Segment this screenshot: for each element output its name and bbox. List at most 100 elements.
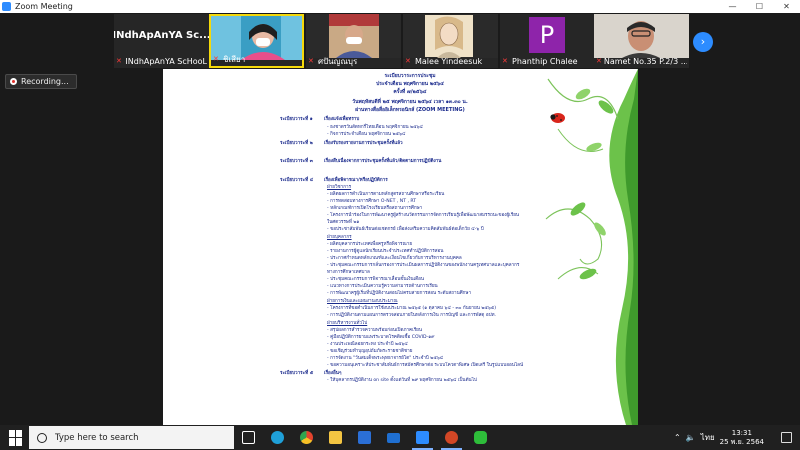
agenda-item: - โครงการนำร่องในการพัฒนาครูผู้สร้างนวัต… <box>327 213 520 218</box>
window-title: Zoom Meeting <box>15 2 73 11</box>
participant-name: Namet No.35 P.2/3 ... <box>603 57 687 66</box>
vine-border-decoration <box>545 69 638 425</box>
agenda-item: - ให้บุคลากรปฏิบัติงาน on site ตั้งแต่วั… <box>327 378 477 383</box>
line-app-icon[interactable] <box>466 425 495 450</box>
agenda-item: - ผลิตบุคลากรประเทศเพื่อครูหรือพิจารณาย <box>327 242 413 247</box>
edge-icon[interactable] <box>263 425 292 450</box>
doc-header-line: ประจำเดือน พฤศจิกายน ๒๕๖๔ <box>376 81 444 87</box>
agenda-item: - การปฏิบัติงานตามแผนการตรวจสอบภายในหลัง… <box>327 313 496 318</box>
doc-header-line: ผ่านทางสื่อสื่ออิเล็กทรอนิกส์ (ZOOM MEET… <box>355 107 465 113</box>
gallery-next-page-button[interactable]: › <box>693 32 713 52</box>
agenda-title: เรื่องรับรองรายงานการประชุมครั้งที่แล้ว <box>324 141 403 146</box>
muted-mic-icon: ✕ <box>213 55 219 63</box>
mail-icon[interactable] <box>379 425 408 450</box>
participant-name: ชิเสียา <box>223 55 246 64</box>
agenda-heading: ระเบียบวาระที่ ๕ <box>280 371 314 376</box>
participant-name: Malee Yindeesuk <box>415 57 483 66</box>
doc-header-line: วันพฤหัสบดีที่ ๒๕ พฤศจิกายน ๒๕๖๔ เวลา ๑๓… <box>352 99 468 105</box>
participant-video <box>306 14 401 58</box>
agenda-item: - สรุปผลการสำรวจความพร้อมก่อนเปิดภาคเรีย… <box>327 328 423 333</box>
participant-name-display: INdhApAnYA Sc... <box>114 29 209 41</box>
agenda-item: - หลักเกณฑ์การเปิดโรงเรียนหรือสถานการศึก… <box>327 206 423 211</box>
zoom-logo-icon <box>2 2 11 11</box>
speaker-icon[interactable]: 🔈 <box>686 433 696 442</box>
agenda-subsection: ฝ่ายการเงินและแผนงานงบประมาณ <box>327 299 398 304</box>
zoom-app-icon[interactable] <box>408 425 437 450</box>
participant-gallery: INdhApAnYA Sc... ✕ INdhApAnYA ScHooL ✕ ชิเ… <box>0 13 800 69</box>
muted-mic-icon: ✕ <box>116 57 122 65</box>
muted-mic-icon: ✕ <box>405 57 411 65</box>
agenda-item: - ขอเชิญร่วมทำบุญอุปถัมภ์พระรายชาติชาย <box>327 349 413 354</box>
agenda-item: ทางการศึกษาเทศบาล <box>327 270 370 275</box>
recording-icon <box>10 78 17 85</box>
agenda-subsection: ฝ่ายวิชาการ <box>327 185 352 190</box>
participant-label: ✕ INdhApAnYA ScHooL <box>116 56 207 67</box>
maximize-button[interactable]: ☐ <box>746 0 773 13</box>
agenda-heading: ระเบียบวาระที่ ๑ <box>280 117 313 122</box>
recording-label: Recording... <box>21 77 69 86</box>
agenda-item: - การพัฒนาครูผู้เริ่มที่ปฏิบัติงานสอนไม่… <box>327 291 472 296</box>
task-view-icon[interactable] <box>234 425 263 450</box>
agenda-item: - กิจการประจำเดือน พฤศจิกายน ๒๕๖๔ <box>327 132 406 137</box>
participant-label: ✕ Malee Yindeesuk <box>405 56 496 67</box>
notification-center-icon[interactable] <box>781 432 792 443</box>
agenda-item: ในศตวรรษที่ ๒๑ <box>327 220 360 225</box>
participant-tile[interactable]: ✕ Malee Yindeesuk <box>403 14 498 68</box>
agenda-subsection: ฝ่ายบุคลากร <box>327 235 352 240</box>
agenda-item: - ธงชาตรวันสัตหกรี่ไทยเดือน พฤศจิกายน ๒๕… <box>327 125 424 130</box>
agenda-item: - ประชุมคณะกรรมการกลั่นกรองการประเมินผลก… <box>327 263 520 268</box>
file-explorer-icon[interactable] <box>321 425 350 450</box>
participant-name: INdhApAnYA ScHooL <box>125 57 207 66</box>
muted-mic-icon: ✕ <box>502 57 508 65</box>
agenda-heading: ระเบียบวาระที่ ๓ <box>280 159 313 164</box>
language-indicator[interactable]: ไทย <box>701 431 715 444</box>
participant-avatar: P <box>529 17 565 53</box>
agenda-title: เรื่องเพื่อพิจารณา/หรือปฏิบัติการ <box>324 178 388 183</box>
close-button[interactable]: ✕ <box>773 0 800 13</box>
window-titlebar: Zoom Meeting — ☐ ✕ <box>0 0 800 13</box>
agenda-item: - ขอความอนุเคราะห์ประชาสัมพันธ์การสมัครศ… <box>327 363 524 368</box>
agenda-item: - การจัดงาน "วันสมเด็จพระพุทธาจารย์โต" ป… <box>327 356 444 361</box>
participant-video <box>594 14 689 58</box>
participant-label: ✕ Namet No.35 P.2/3 ... <box>596 56 687 67</box>
agenda-item: - งานประเพณีลอยกระทง ประจำปี ๒๕๖๔ <box>327 342 408 347</box>
ladybug-icon <box>550 113 565 123</box>
agenda-item: - ประกาศกำหนดหลักเกณฑ์และเงื่อนไขเกี่ยวก… <box>327 256 462 261</box>
minimize-button[interactable]: — <box>719 0 746 13</box>
participant-tile[interactable]: P ✕ Phanthip Chalee <box>500 14 595 68</box>
agenda-heading: ระเบียบวาระที่ ๔ <box>280 178 314 183</box>
agenda-item: - คู่มือปฏิบัติการยามแพร่ระบาดโรคติดเชื้… <box>327 335 435 340</box>
show-hidden-icons-icon[interactable]: ⌃ <box>674 433 681 442</box>
participant-tile[interactable]: ✕ ศปันญณบุร <box>306 14 401 68</box>
participant-label: ✕ Phanthip Chalee <box>502 56 593 67</box>
clock[interactable]: 13:31 25 พ.ย. 2564 <box>720 429 764 447</box>
agenda-title: เรื่องแจ้งเพื่อทราบ <box>324 117 360 122</box>
store-icon[interactable] <box>350 425 379 450</box>
agenda-item: - การทดสอบทางการศึกษา O-NET , NT , RT <box>327 199 417 204</box>
taskbar: ⌃ 🔈 ไทย 13:31 25 พ.ย. 2564 <box>0 425 800 450</box>
clock-date: 25 พ.ย. 2564 <box>719 437 764 446</box>
participant-tile[interactable]: INdhApAnYA Sc... ✕ INdhApAnYA ScHooL <box>114 14 209 68</box>
search-input[interactable] <box>55 432 225 443</box>
agenda-item: - ประชุมคณะกรรมการพิจารณาเลื่อนขั้นเงินเ… <box>327 277 425 282</box>
recording-indicator[interactable]: Recording... <box>5 74 77 89</box>
start-button[interactable] <box>9 429 25 446</box>
taskbar-search[interactable] <box>29 426 234 449</box>
participant-tile[interactable]: ✕ Namet No.35 P.2/3 ... <box>594 14 689 68</box>
agenda-title: เรื่องอื่นๆ <box>324 371 342 376</box>
participant-tile-active-speaker[interactable]: ✕ ชิเสียา <box>209 14 304 68</box>
window-controls: — ☐ ✕ <box>719 0 800 13</box>
muted-mic-icon: ✕ <box>308 57 314 65</box>
muted-mic-icon: ✕ <box>596 57 602 65</box>
agenda-title: เรื่องสืบเนื่องจากการประชุมครั้งที่แล้ว/… <box>324 159 442 164</box>
powerpoint-icon[interactable] <box>437 425 466 450</box>
doc-header-line: ครั้งที่ ๗/๒๕๖๔ <box>393 89 427 95</box>
participant-label: ✕ ชิเสียา <box>213 54 300 65</box>
agenda-item: - โครงการที่ขอดำเนินการใช้งบประมาณ ๒๕๖๕ … <box>327 306 497 311</box>
agenda-subsection: ฝ่ายบริหารงานทั่วไป <box>327 321 368 326</box>
system-tray: ⌃ 🔈 ไทย 13:31 25 พ.ย. 2564 <box>674 425 764 450</box>
participant-label: ✕ ศปันญณบุร <box>308 56 399 67</box>
participant-profile-picture <box>403 14 498 58</box>
chrome-icon[interactable] <box>292 425 321 450</box>
shared-screen: ระเบียบวาระการประชุม ประจำเดือน พฤศจิกาย… <box>163 69 638 425</box>
